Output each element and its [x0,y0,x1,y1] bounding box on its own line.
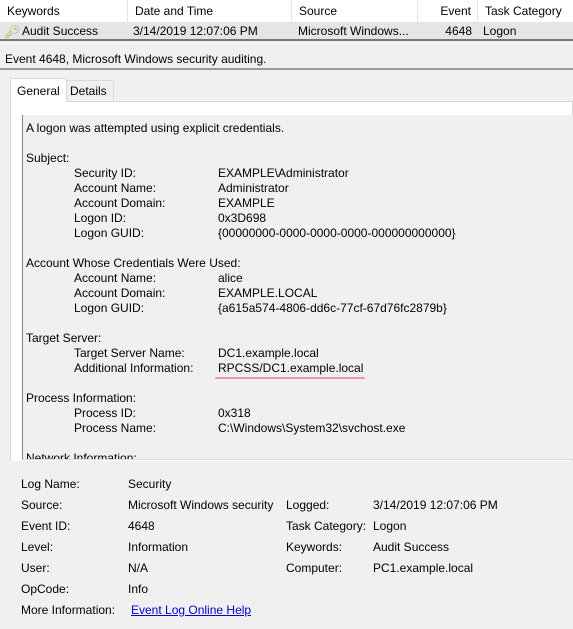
target-heading: Target Server: [26,331,102,345]
value: C:\Windows\System32\svchost.exe [218,421,406,435]
user-label: User: [21,561,50,575]
account-heading: Account Whose Credentials Were Used: [26,256,241,270]
tab-details[interactable]: Details [63,80,114,101]
label: Target Server Name: [74,346,185,360]
label: Logon ID: [74,211,127,225]
more-info-label: More Information: [21,603,116,617]
event-row[interactable]: 🔑︎ Audit Success 3/14/2019 12:07:06 PM M… [0,22,573,41]
computer-label: Computer: [286,561,343,575]
column-date-time[interactable]: Date and Time [128,0,292,22]
row-task-category: Logon [483,24,517,38]
log-name-label: Log Name: [21,477,80,491]
label: Account Name: [74,271,157,285]
label: Account Name: [74,181,157,195]
value: {00000000-0000-0000-0000-000000000000} [218,226,456,240]
row-keywords: Audit Success [22,24,99,38]
source-value: Microsoft Windows security [128,498,274,512]
event-description[interactable]: A logon was attempted using explicit cre… [22,115,573,460]
key-icon: 🔑︎ [4,24,21,39]
value: RPCSS/DC1.example.local [218,361,364,375]
value: EXAMPLE [218,196,275,210]
value: 0x3D698 [218,211,267,225]
value: 0x318 [218,406,251,420]
row-date: 3/14/2019 12:07:06 PM [133,24,258,38]
row-event-id: 4648 [445,24,472,38]
column-keywords[interactable]: Keywords [0,0,128,22]
source-label: Source: [21,498,63,512]
opcode-value: Info [128,582,149,596]
network-heading: Network Information: [26,451,137,460]
process-heading: Process Information: [26,391,137,405]
label: Additional Information: [74,361,194,375]
keywords-label: Keywords: [286,540,343,554]
label: Account Domain: [74,196,166,210]
row-source: Microsoft Windows... [298,24,409,38]
highlight-underline [215,377,365,379]
computer-value: PC1.example.local [373,561,474,575]
user-value: N/A [128,561,149,575]
label: Process Name: [74,421,157,435]
task-category-value: Logon [373,519,407,533]
value: Administrator [218,181,289,195]
log-name-value: Security [128,477,172,491]
tab-general[interactable]: General [10,78,67,102]
value: EXAMPLE.LOCAL [218,286,318,300]
level-label: Level: [21,540,54,554]
column-task-category[interactable]: Task Category [478,0,573,22]
label: Logon GUID: [74,301,145,315]
event-log-online-help-link[interactable]: Event Log Online Help [131,603,251,617]
intro: A logon was attempted using explicit cre… [26,121,285,135]
label: Security ID: [74,166,137,180]
keywords-value: Audit Success [373,540,450,554]
column-source[interactable]: Source [292,0,418,22]
event-id-value: 4648 [128,519,155,533]
label: Process ID: [74,406,137,420]
column-header: Keywords Date and Time Source Event ID T… [0,0,573,40]
value: alice [218,271,243,285]
value: DC1.example.local [218,346,319,360]
label: Account Domain: [74,286,166,300]
value: EXAMPLE\Administrator [218,166,349,180]
event-id-label: Event ID: [21,519,71,533]
logged-value: 3/14/2019 12:07:06 PM [373,498,498,512]
level-value: Information [128,540,189,554]
opcode-label: OpCode: [21,582,70,596]
label: Logon GUID: [74,226,145,240]
value: {a615a574-4806-dd6c-77cf-67d76fc2879b} [218,301,447,315]
subject-heading: Subject: [26,151,70,165]
column-event-id[interactable]: Event ID [418,0,478,40]
logged-label: Logged: [286,498,330,512]
event-title: Event 4648, Microsoft Windows security a… [0,43,573,70]
task-category-label: Task Category: [286,519,367,533]
